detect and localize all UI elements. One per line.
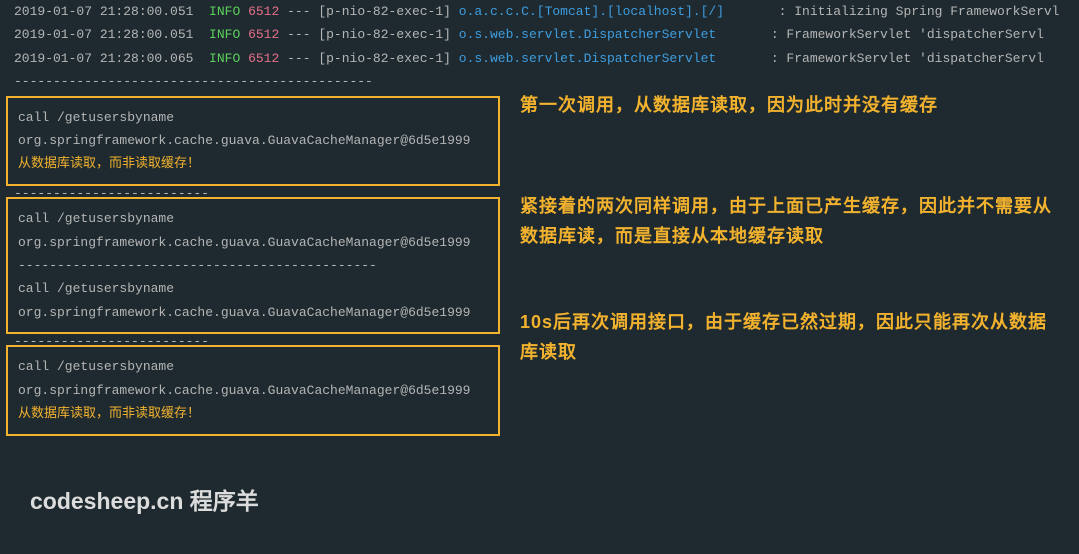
log-line: 2019-01-07 21:28:00.051 INFO 6512 --- [p… <box>0 23 1079 46</box>
call-line: call /getusersbyname <box>18 207 488 230</box>
call-box-3: call /getusersbyname org.springframework… <box>6 345 500 435</box>
cache-manager-line: org.springframework.cache.guava.GuavaCac… <box>18 231 488 254</box>
log-line: 2019-01-07 21:28:00.065 INFO 6512 --- [p… <box>0 47 1079 70</box>
db-read-line: 从数据库读取，而非读取缓存！ <box>18 152 488 175</box>
log-line: 2019-01-07 21:28:00.051 INFO 6512 --- [p… <box>0 0 1079 23</box>
call-line: call /getusersbyname <box>18 277 488 300</box>
separator: ----------------------------------------… <box>18 254 488 277</box>
call-box-1: call /getusersbyname org.springframework… <box>6 96 500 186</box>
call-box-2: call /getusersbyname org.springframework… <box>6 197 500 334</box>
annotation-3: 10s后再次调用接口，由于缓存已然过期，因此只能再次从数据库读取 <box>520 307 1060 368</box>
annotations: 第一次调用，从数据库读取，因为此时并没有缓存 紧接着的两次同样调用，由于上面已产… <box>520 80 1060 388</box>
watermark: codesheep.cn 程序羊 <box>30 482 259 516</box>
annotation-1: 第一次调用，从数据库读取，因为此时并没有缓存 <box>520 90 1060 121</box>
cache-manager-line: org.springframework.cache.guava.GuavaCac… <box>18 301 488 324</box>
cache-manager-line: org.springframework.cache.guava.GuavaCac… <box>18 379 488 402</box>
db-read-line: 从数据库读取，而非读取缓存！ <box>18 402 488 425</box>
call-line: call /getusersbyname <box>18 355 488 378</box>
cache-manager-line: org.springframework.cache.guava.GuavaCac… <box>18 129 488 152</box>
call-line: call /getusersbyname <box>18 106 488 129</box>
annotation-2: 紧接着的两次同样调用，由于上面已产生缓存，因此并不需要从数据库读，而是直接从本地… <box>520 191 1060 252</box>
